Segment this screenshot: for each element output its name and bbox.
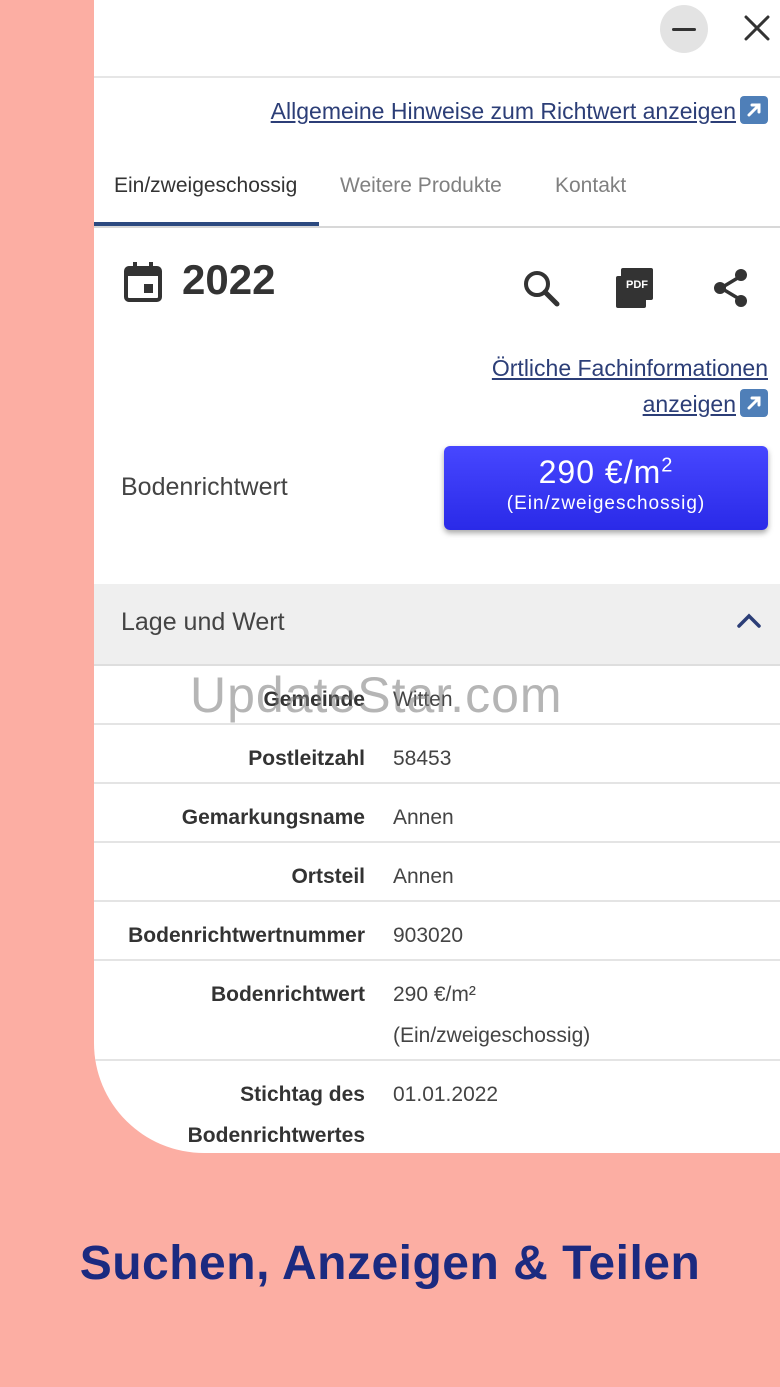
row-key: Ortsteil [291, 865, 365, 888]
table-row: Bodenrichtwertnummer 903020 [94, 902, 780, 961]
local-info-link[interactable]: Örtliche Fachinformationen anzeigen [492, 350, 768, 422]
row-key-line-2: Bodenrichtwertes [187, 1124, 365, 1147]
row-value: Annen [393, 865, 454, 888]
promo-caption: Suchen, Anzeigen & Teilen [79, 1237, 701, 1290]
table-row: Postleitzahl 58453 [94, 725, 780, 784]
bodenrichtwert-label: Bodenrichtwert [121, 473, 288, 501]
bodenrichtwert-badge[interactable]: 290 €/m2 (Ein/zweigeschossig) [444, 446, 768, 530]
general-hints-label: Allgemeine Hinweise zum Richtwert anzeig… [270, 98, 736, 124]
bodenrichtwert-subtitle: (Ein/zweigeschossig) [506, 493, 706, 514]
table-row: Stichtag des Bodenrichtwertes 01.01.2022 [94, 1061, 780, 1153]
row-value: 903020 [393, 924, 464, 947]
active-tab-indicator [94, 222, 319, 226]
row-key: Gemarkungsname [181, 806, 365, 829]
svg-text:PDF: PDF [626, 279, 648, 291]
bodenrichtwert-value: 290 €/m2 [444, 454, 768, 491]
minus-icon [672, 28, 696, 31]
info-table: Gemeinde Witten Postleitzahl 58453 Gemar… [94, 666, 780, 1153]
calendar-icon [124, 262, 162, 302]
row-key-line-1: Stichtag des [240, 1083, 365, 1106]
row-value-line-2: (Ein/zweigeschossig) [393, 1024, 591, 1047]
row-value-line-1: 290 €/m² [393, 983, 476, 1006]
bodenrichtwert-amount: 290 €/m [538, 454, 662, 490]
share-icon[interactable] [709, 266, 753, 310]
table-row: Bodenrichtwert 290 €/m² (Ein/zweigeschoss… [94, 961, 780, 1061]
external-link-icon [740, 96, 768, 124]
section-title: Lage und Wert [121, 608, 285, 636]
row-value: 290 €/m² (Ein/zweigeschossig) [393, 974, 590, 1056]
close-icon[interactable] [742, 12, 772, 44]
external-link-icon [740, 389, 768, 417]
section-lage-und-wert-header[interactable]: Lage und Wert [94, 584, 780, 666]
search-icon[interactable] [519, 266, 563, 310]
panel-header [94, 0, 780, 78]
year-label: 2022 [182, 256, 276, 303]
table-row: Ortsteil Annen [94, 843, 780, 902]
row-key: Bodenrichtwert [210, 983, 365, 1006]
general-hints-link[interactable]: Allgemeine Hinweise zum Richtwert anzeig… [271, 96, 768, 125]
row-key: Bodenrichtwertnummer [128, 924, 365, 947]
detail-panel: Allgemeine Hinweise zum Richtwert anzeig… [94, 0, 780, 1153]
local-info-label-2: anzeigen [642, 391, 736, 417]
row-key: Postleitzahl [248, 747, 365, 770]
minimize-button[interactable] [660, 5, 708, 53]
tab-ein-zweigeschossig[interactable]: Ein/zweigeschossig [114, 174, 297, 198]
watermark: UpdateStar.com [190, 667, 563, 723]
row-value: 01.01.2022 [393, 1083, 499, 1106]
row-value: Annen [393, 806, 454, 829]
tab-weitere-produkte[interactable]: Weitere Produkte [340, 174, 502, 198]
row-key: Stichtag des Bodenrichtwertes [188, 1074, 365, 1153]
pdf-icon[interactable]: PDF [612, 266, 656, 310]
row-value: 58453 [393, 747, 452, 770]
chevron-up-icon[interactable] [736, 612, 762, 630]
tab-bar: Ein/zweigeschossig Weitere Produkte Kont… [94, 150, 780, 228]
local-info-label-1: Örtliche Fachinformationen [491, 355, 768, 381]
tab-kontakt[interactable]: Kontakt [555, 174, 626, 198]
unit-superscript: 2 [661, 454, 674, 477]
table-row: Gemarkungsname Annen [94, 784, 780, 843]
